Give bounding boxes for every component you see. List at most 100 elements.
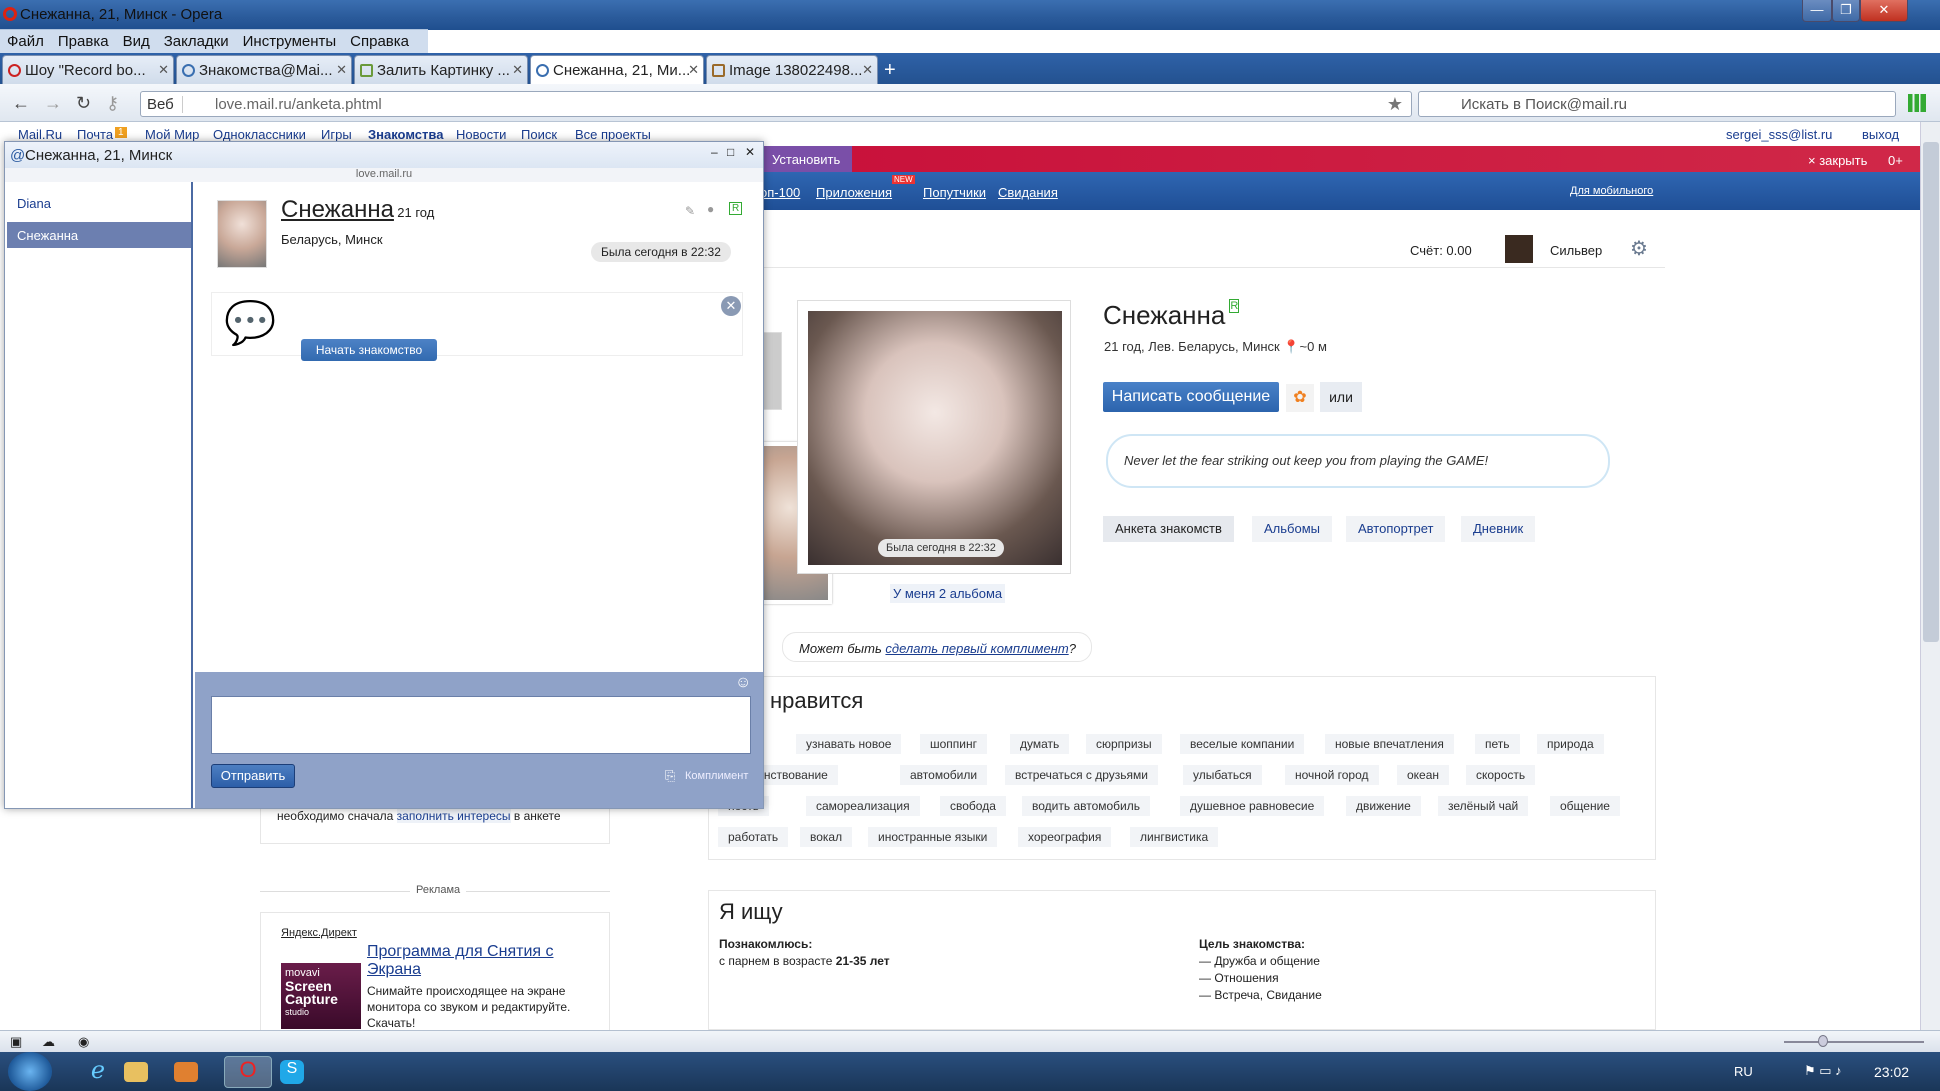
tab-znakomstva[interactable]: Знакомства@Mai... ✕	[176, 55, 352, 85]
page-scrollbar[interactable]	[1920, 122, 1940, 1030]
interest-tag[interactable]: зелёный чай	[1438, 796, 1529, 816]
chat-avatar[interactable]	[217, 200, 267, 268]
user-email[interactable]: sergei_sss@list.ru	[1726, 127, 1832, 142]
profile-photo[interactable]: Была сегодня в 22:32	[808, 311, 1062, 565]
tab-anketa[interactable]: Анкета знакомств	[1103, 516, 1234, 542]
interest-tag[interactable]: самореализация	[806, 796, 920, 816]
forward-icon[interactable]: →	[44, 93, 62, 114]
interest-tag[interactable]: новые впечатления	[1325, 734, 1454, 754]
scrollbar-thumb[interactable]	[1923, 142, 1939, 642]
portal-news[interactable]: Новости	[456, 127, 506, 142]
portal-games[interactable]: Игры	[321, 127, 352, 142]
interest-tag[interactable]: шоппинг	[920, 734, 988, 754]
interest-tag[interactable]: общение	[1550, 796, 1620, 816]
interest-tag[interactable]: встречаться с друзьями	[1005, 765, 1159, 785]
tab-diary[interactable]: Дневник	[1461, 516, 1536, 542]
portal-znakomstva[interactable]: Знакомства	[368, 127, 443, 142]
interest-tag[interactable]: движение	[1346, 796, 1421, 816]
close-tab-icon[interactable]: ✕	[158, 62, 169, 78]
interest-tag[interactable]: океан	[1397, 765, 1450, 785]
interest-tag[interactable]: водить автомобиль	[1022, 796, 1151, 816]
install-button[interactable]: Установить	[760, 146, 852, 172]
ie-icon[interactable]: ℯ	[74, 1056, 122, 1088]
portal-mailru[interactable]: Mail.Ru	[18, 127, 62, 142]
chat-close-icon[interactable]: ✕	[745, 145, 755, 159]
zoom-slider[interactable]	[1784, 1041, 1924, 1043]
start-acquaintance-button[interactable]: Начать знакомство	[301, 339, 437, 361]
tab-snezhanna[interactable]: Снежанна, 21, Ми... ✕	[530, 55, 704, 86]
tab-record[interactable]: Шоу "Record bo... ✕	[2, 55, 174, 85]
main-photo[interactable]: Была сегодня в 22:32	[797, 300, 1071, 574]
silver-status[interactable]: Сильвер	[1550, 243, 1602, 258]
portal-search[interactable]: Поиск	[521, 127, 557, 142]
close-tab-icon[interactable]: ✕	[512, 62, 523, 78]
menu-help[interactable]: Справка	[343, 29, 416, 54]
compliment-gift-icon[interactable]: ⎘	[665, 768, 675, 784]
explorer-icon[interactable]	[124, 1062, 148, 1082]
interest-tag[interactable]: скорость	[1466, 765, 1536, 785]
avatar[interactable]	[1505, 235, 1533, 263]
nav-poputchiki[interactable]: Попутчики	[923, 185, 986, 200]
logout-link[interactable]: выход	[1862, 127, 1899, 142]
back-icon[interactable]: ←	[12, 93, 30, 114]
interest-tag[interactable]: автомобили	[900, 765, 988, 785]
gift-icon[interactable]: ✿	[1286, 384, 1314, 412]
menu-file[interactable]: Файл	[0, 29, 51, 54]
menu-tools[interactable]: Инструменты	[236, 29, 344, 54]
search-input[interactable]: Искать в Поиск@mail.ru	[1418, 91, 1896, 117]
contact-snezhanna[interactable]: Снежанна	[7, 222, 191, 248]
nav-mobile[interactable]: Для мобильного	[1570, 185, 1653, 197]
chat-minimize-icon[interactable]: –	[711, 145, 718, 159]
key-icon[interactable]: ⚷	[106, 93, 119, 114]
ad-title-link[interactable]: Программа для Снятия с Экрана	[367, 943, 597, 979]
close-window-button[interactable]: ✕	[1860, 0, 1908, 22]
close-tab-icon[interactable]: ✕	[862, 62, 873, 78]
portal-mail[interactable]: Почта	[77, 127, 113, 142]
interest-tag[interactable]: ночной город	[1285, 765, 1379, 785]
opera-taskbar-icon[interactable]: O	[224, 1056, 272, 1088]
or-button[interactable]: или	[1320, 382, 1362, 412]
chat-mic-icon[interactable]: ✎	[685, 204, 695, 218]
maximize-button[interactable]: ❐	[1832, 0, 1860, 22]
menu-view[interactable]: Вид	[116, 29, 157, 54]
tray-icons[interactable]: ⚑ ▭ ♪	[1804, 1063, 1842, 1079]
compliment-link[interactable]: сделать первый комплимент	[885, 641, 1068, 656]
interest-tag[interactable]: природа	[1537, 734, 1604, 754]
chat-maximize-icon[interactable]: □	[727, 145, 734, 159]
skype-icon[interactable]: S	[280, 1060, 304, 1084]
chat-name-text[interactable]: Снежанна	[281, 196, 394, 223]
contact-diana[interactable]: Diana	[7, 190, 191, 216]
close-tab-icon[interactable]: ✕	[688, 62, 699, 78]
tab-autoportrait[interactable]: Автопортрет	[1346, 516, 1446, 542]
interest-tag[interactable]: думать	[1010, 734, 1070, 754]
media-player-icon[interactable]	[174, 1062, 198, 1082]
language-indicator[interactable]: RU	[1734, 1064, 1753, 1079]
message-input[interactable]	[211, 696, 751, 754]
turbo-icon[interactable]: ☁	[42, 1034, 55, 1050]
portal-ok[interactable]: Одноклассники	[213, 127, 306, 142]
interest-tag[interactable]: вокал	[800, 827, 853, 847]
dismiss-icon[interactable]: ✕	[721, 296, 741, 316]
interest-tag[interactable]: работать	[718, 827, 789, 847]
send-button[interactable]: Отправить	[211, 764, 295, 788]
tab-upload-image[interactable]: Залить Картинку ... ✕	[354, 55, 528, 85]
panel-toggle-icon[interactable]: ▣	[10, 1034, 22, 1050]
nav-apps[interactable]: Приложения	[816, 185, 892, 200]
menu-bookmarks[interactable]: Закладки	[157, 29, 236, 54]
portal-moimir[interactable]: Мой Мир	[145, 127, 199, 142]
yandex-direct-label[interactable]: Яндекс.Директ	[281, 927, 357, 939]
bookmark-star-icon[interactable]: ★	[1387, 94, 1403, 115]
portal-all-projects[interactable]: Все проекты	[575, 127, 651, 142]
speed-dial-icon[interactable]: ◉	[78, 1034, 89, 1050]
menu-edit[interactable]: Правка	[51, 29, 116, 54]
smiley-icon[interactable]: ☺	[735, 674, 751, 692]
reload-icon[interactable]: ↻	[76, 93, 91, 114]
interest-tag[interactable]: петь	[1475, 734, 1520, 754]
zoom-handle[interactable]	[1818, 1035, 1828, 1047]
minimize-button[interactable]: —	[1802, 0, 1832, 22]
albums-link[interactable]: У меня 2 альбома	[890, 584, 1006, 603]
compliment-button[interactable]: Комплимент	[685, 770, 748, 782]
address-field[interactable]: Веб love.mail.ru/anketa.phtml ★	[140, 91, 1412, 117]
settings-gear-icon[interactable]: ⚙	[1630, 236, 1648, 261]
ad-logo[interactable]: movavi Screen Capture studio	[281, 963, 361, 1029]
